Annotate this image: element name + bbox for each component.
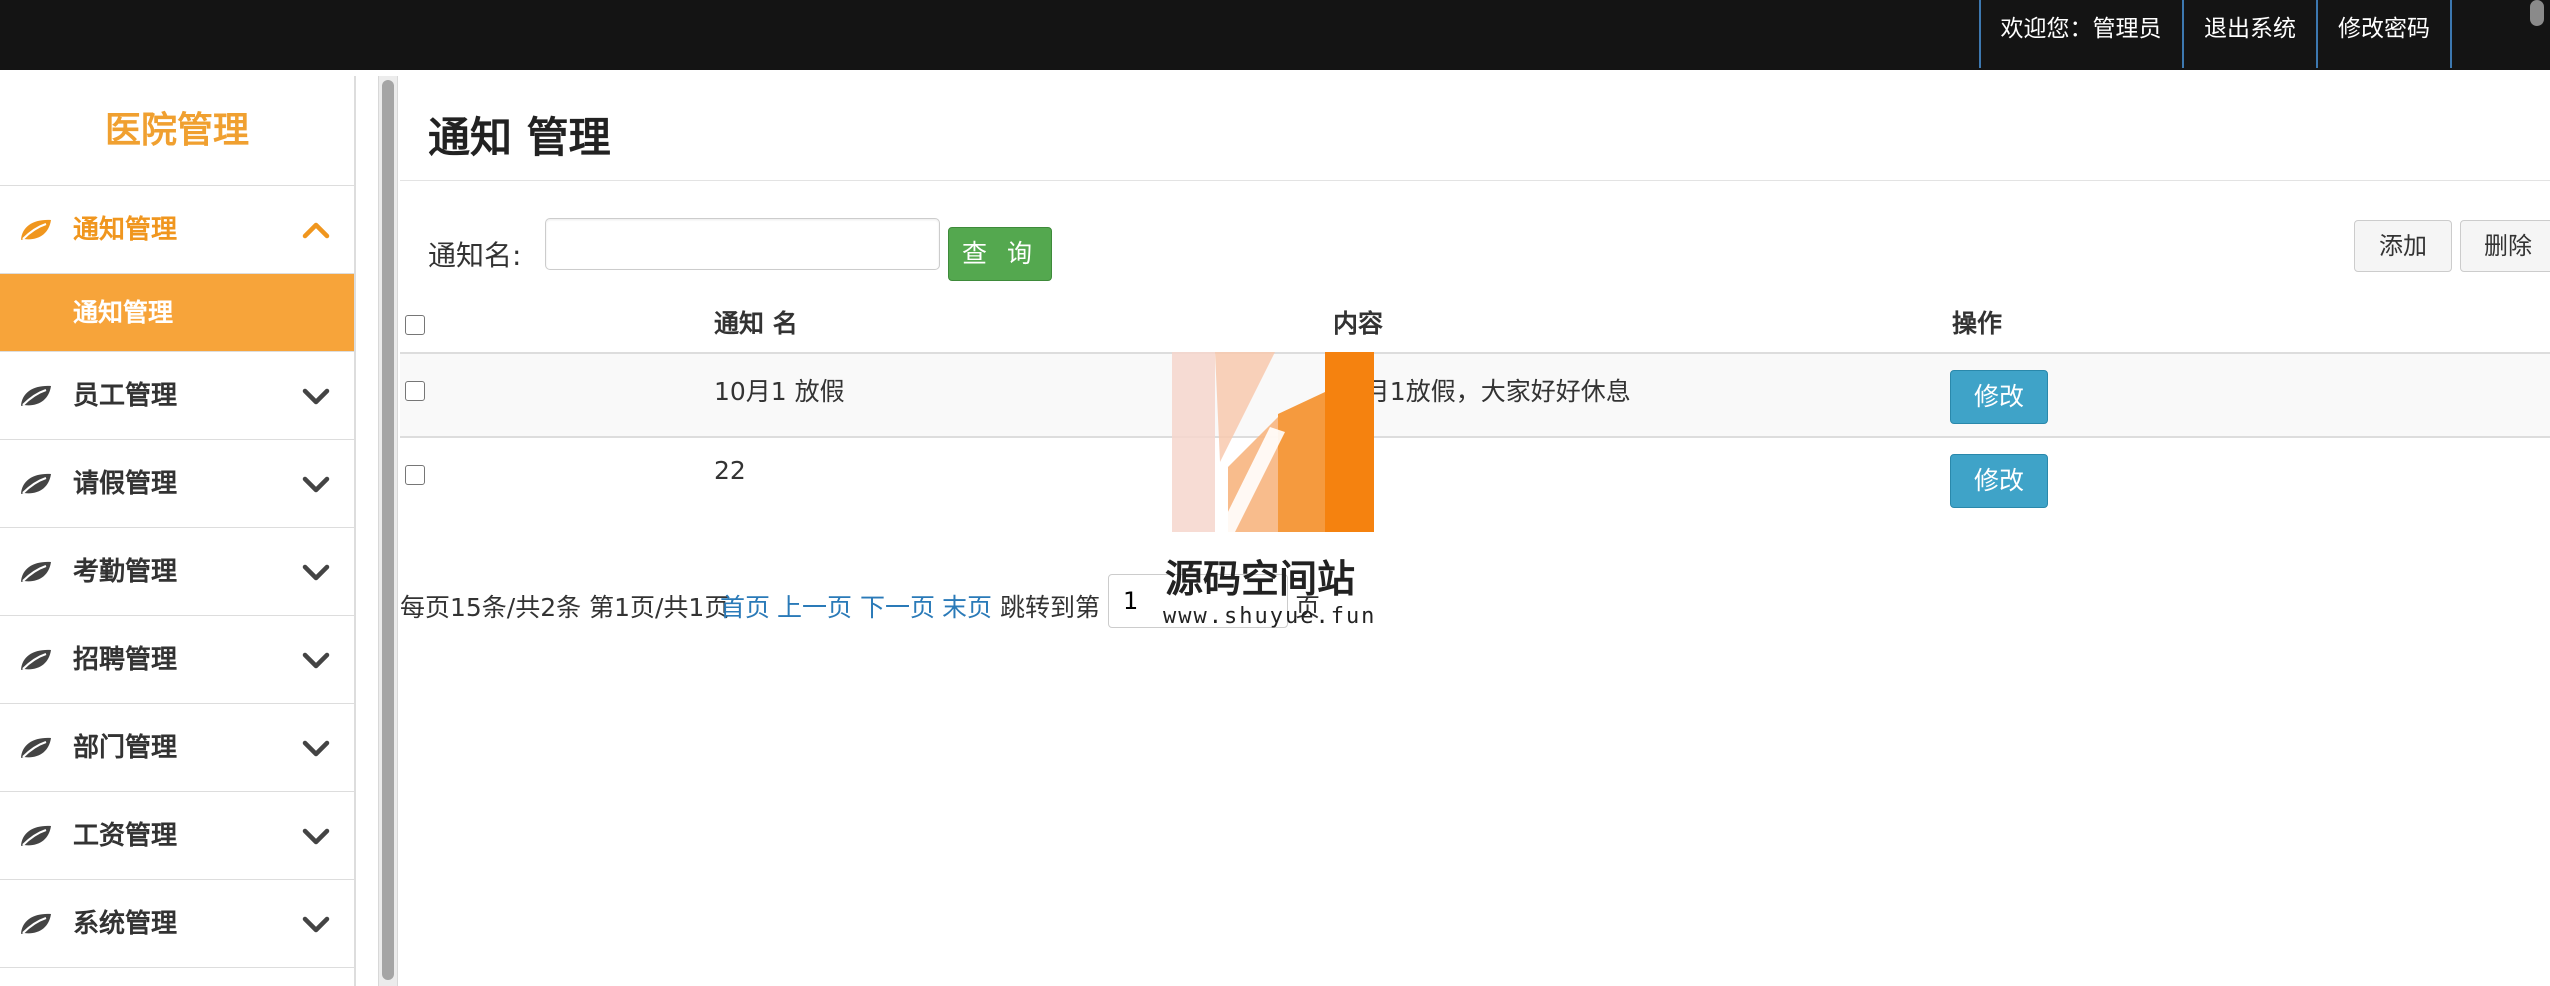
row-checkbox[interactable] (405, 381, 425, 401)
notice-name-input[interactable] (545, 218, 940, 270)
chevron-down-icon[interactable] (302, 738, 330, 758)
sidebar-item-label: 通知管理 (73, 215, 178, 245)
sidebar-item-recruitment[interactable]: 招聘管理 (0, 616, 354, 704)
prev-page-link[interactable]: 上一页 (777, 588, 852, 624)
sidebar-subitem-notice[interactable]: 通知管理 (0, 274, 354, 352)
cell-notice-name: 10月1 放假 (714, 377, 845, 406)
delete-button[interactable]: 删除 (2460, 220, 2550, 272)
leaf-icon (21, 913, 51, 934)
add-button[interactable]: 添加 (2354, 220, 2452, 272)
welcome-text: 欢迎您：管理员 (2000, 16, 2162, 42)
leaf-icon (21, 473, 51, 494)
leaf-icon (21, 649, 51, 670)
sidebar-item-label: 系统管理 (73, 909, 178, 939)
scrollbar-thumb[interactable] (382, 80, 394, 980)
leaf-icon (21, 825, 51, 846)
chevron-up-icon[interactable] (302, 220, 330, 240)
last-page-link[interactable]: 末页 (942, 588, 992, 624)
pagination-summary: 每页15条/共2条 第1页/共1页 (400, 593, 730, 622)
sidebar-scrollbar[interactable] (378, 76, 398, 986)
table-divider (400, 436, 2550, 438)
main-content: 通知 管理 通知名: 查 询 添加 删除 通知 名 内容 操作 10月1 放假 … (400, 76, 2550, 986)
leaf-icon (21, 385, 51, 406)
sidebar-item-notice[interactable]: 通知管理 (0, 186, 354, 274)
column-header-name: 通知 名 (714, 309, 798, 338)
sidebar: 医院管理 通知管理 通知管理 员工管理 请假管理 考勤管理 招聘管理 部门管理 … (0, 76, 356, 986)
watermark-name: 源码空间站 (1165, 557, 1356, 601)
sidebar-item-label: 工资管理 (73, 821, 178, 851)
search-button[interactable]: 查 询 (948, 227, 1052, 281)
sidebar-item-leave[interactable]: 请假管理 (0, 440, 354, 528)
watermark-url: www.shuyue.fun (1163, 604, 1377, 629)
leaf-icon (21, 219, 51, 240)
leaf-icon (21, 737, 51, 758)
logout-link[interactable]: 退出系统 (2184, 0, 2316, 70)
change-password-link[interactable]: 修改密码 (2318, 0, 2450, 70)
sidebar-item-department[interactable]: 部门管理 (0, 704, 354, 792)
sidebar-item-label: 员工管理 (73, 381, 178, 411)
leaf-icon (21, 561, 51, 582)
column-header-action: 操作 (1952, 309, 2003, 338)
sidebar-item-system[interactable]: 系统管理 (0, 880, 354, 968)
page-title: 通知 管理 (428, 113, 611, 162)
chevron-down-icon[interactable] (302, 562, 330, 582)
sidebar-item-label: 部门管理 (73, 733, 178, 763)
chevron-down-icon[interactable] (302, 650, 330, 670)
sidebar-item-label: 招聘管理 (73, 645, 178, 675)
next-page-link[interactable]: 下一页 (860, 588, 935, 624)
row-checkbox[interactable] (405, 465, 425, 485)
window-scrollbar-thumb[interactable] (2530, 0, 2544, 26)
chevron-down-icon[interactable] (302, 474, 330, 494)
divider (400, 180, 2550, 181)
first-page-link[interactable]: 首页 (720, 588, 770, 624)
column-header-content: 内容 (1333, 309, 1384, 338)
edit-button[interactable]: 修改 (1950, 454, 2048, 508)
sidebar-item-salary[interactable]: 工资管理 (0, 792, 354, 880)
edit-button[interactable]: 修改 (1950, 370, 2048, 424)
cell-notice-name: 22 (714, 456, 746, 485)
search-label: 通知名: (428, 239, 522, 272)
chevron-down-icon[interactable] (302, 914, 330, 934)
top-navbar: 欢迎您：管理员 退出系统 修改密码 (0, 0, 2550, 70)
chevron-down-icon[interactable] (302, 826, 330, 846)
sidebar-brand: 医院管理 (0, 76, 354, 186)
sidebar-item-label: 考勤管理 (73, 557, 178, 587)
sidebar-item-attendance[interactable]: 考勤管理 (0, 528, 354, 616)
jump-label: 跳转到第 (1000, 593, 1101, 622)
sidebar-item-label: 请假管理 (73, 469, 178, 499)
select-all-checkbox[interactable] (405, 315, 425, 335)
sidebar-item-staff[interactable]: 员工管理 (0, 352, 354, 440)
chevron-down-icon[interactable] (302, 386, 330, 406)
navbar-divider (2450, 0, 2452, 68)
